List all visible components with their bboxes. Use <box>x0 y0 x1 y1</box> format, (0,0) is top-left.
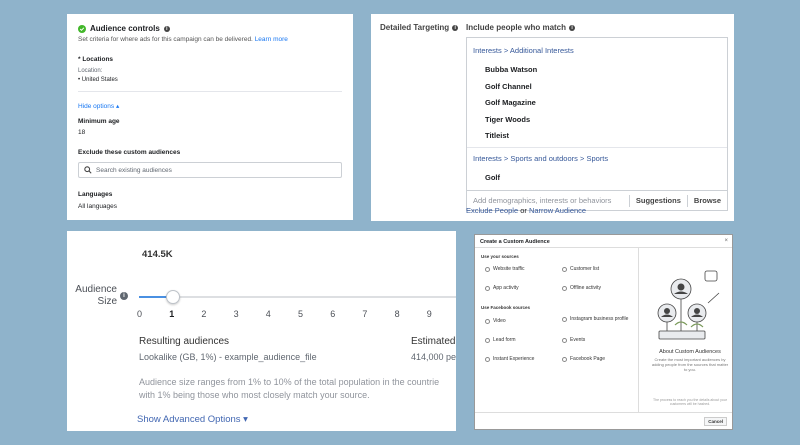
audience-controls-header: Audience controls i <box>78 24 342 33</box>
info-icon[interactable]: i <box>452 24 459 31</box>
about-custom-audiences-description: Create the most important audiences by a… <box>651 357 729 372</box>
facebook-sources-heading: Use Facebook sources <box>481 305 531 310</box>
audience-size-label: Audience Size <box>75 284 117 307</box>
option-events[interactable]: Events <box>562 337 585 343</box>
slider-tick-label[interactable]: 5 <box>298 309 303 319</box>
slider-tick-label[interactable]: 3 <box>234 309 239 319</box>
option-instagram[interactable]: Instagram business profile <box>562 316 630 322</box>
divider <box>638 247 639 412</box>
exclude-people-link[interactable]: Exclude People <box>466 206 518 215</box>
expand-icon <box>485 356 490 362</box>
flag-icon <box>562 356 567 362</box>
or-text: or <box>518 206 529 215</box>
slider-tick-label[interactable]: 7 <box>362 309 367 319</box>
option-customer-list[interactable]: Customer list <box>562 266 599 272</box>
slider-tick-label[interactable]: 9 <box>427 309 432 319</box>
audience-size-panel: Audience Size i 414.5K 0 1 2 3 4 5 6 7 8 9 Result… <box>67 231 456 431</box>
slider-handle[interactable] <box>166 290 180 304</box>
audience-controls-panel: Audience controls i Set criteria for whe… <box>67 14 353 220</box>
slider-tick-label[interactable]: 8 <box>395 309 400 319</box>
slider-track[interactable] <box>139 296 456 298</box>
slider-tick-label[interactable]: 6 <box>330 309 335 319</box>
option-facebook-page[interactable]: Facebook Page <box>562 356 605 362</box>
exclude-audiences-label: Exclude these custom audiences <box>78 149 181 156</box>
interest-item[interactable]: Titleist <box>467 127 727 144</box>
check-circle-icon <box>78 24 86 33</box>
targeting-box: Interests > Additional Interests Bubba W… <box>466 37 728 211</box>
add-targeting-placeholder: Add demographics, interests or behaviors <box>473 196 612 205</box>
option-instant-experience[interactable]: Instant Experience <box>485 356 534 362</box>
minimum-age-value[interactable]: 18 <box>78 129 342 136</box>
estimated-value: 414,000 pe <box>411 352 456 362</box>
form-icon <box>485 337 490 343</box>
instagram-icon <box>562 316 567 322</box>
custom-audience-dialog: Create a Custom Audience × Use your sour… <box>474 234 733 430</box>
slider-tick-label[interactable]: 4 <box>266 309 271 319</box>
about-custom-audiences-title: About Custom Audiences <box>659 349 721 355</box>
location-sub-label: Location: <box>78 68 103 74</box>
cancel-button[interactable]: Cancel <box>704 417 727 426</box>
suggestions-button[interactable]: Suggestions <box>628 194 687 207</box>
locations-label: * Locations <box>78 56 114 63</box>
dialog-title: Create a Custom Audience <box>480 239 550 245</box>
languages-label: Languages <box>78 191 113 198</box>
show-advanced-options-link[interactable]: Show Advanced Options ▾ <box>137 414 248 425</box>
slider-tick-label[interactable]: 1 <box>169 309 174 319</box>
targeting-footer: Exclude People or Narrow Audience <box>466 206 586 215</box>
option-lead-form[interactable]: Lead form <box>485 337 516 343</box>
slider-tooltip: 414.5K <box>142 249 173 260</box>
breadcrumb: Interests > Sports and outdoors > Sports <box>473 153 609 163</box>
slider-tick-label[interactable]: 2 <box>201 309 206 319</box>
interest-item[interactable]: Golf Channel <box>467 78 727 95</box>
interest-item[interactable]: Tiger Woods <box>467 111 727 128</box>
option-video[interactable]: Video <box>485 318 506 324</box>
option-app-activity[interactable]: App activity <box>485 285 519 291</box>
audience-controls-subtitle: Set criteria for where ads for this camp… <box>78 36 288 43</box>
resulting-audiences-header: Resulting audiences <box>139 336 230 347</box>
interest-item[interactable]: Golf <box>467 169 727 186</box>
breadcrumb: Interests > Additional Interests <box>473 46 574 55</box>
divider <box>475 412 732 413</box>
hash-note: The process to reach you the details abo… <box>653 398 727 406</box>
calendar-icon <box>562 337 567 343</box>
info-icon[interactable]: i <box>163 25 170 32</box>
audience-controls-title: Audience controls <box>90 24 160 33</box>
detailed-targeting-label: Detailed Targeting i <box>380 23 459 32</box>
include-people-label: Include people who match i <box>466 23 576 32</box>
info-icon[interactable]: i <box>569 24 576 31</box>
detailed-targeting-panel: Detailed Targeting i Include people who … <box>371 14 734 221</box>
option-website-traffic[interactable]: Website traffic <box>485 266 525 272</box>
divider <box>475 247 732 248</box>
hide-options-link[interactable]: Hide options ▴ <box>78 102 342 110</box>
location-value: • United States <box>78 77 118 83</box>
browse-button[interactable]: Browse <box>686 194 727 207</box>
store-icon <box>562 285 567 291</box>
interest-item[interactable]: Golf Magazine <box>467 94 727 111</box>
learn-more-link[interactable]: Learn more <box>255 36 288 43</box>
globe-icon <box>485 266 490 272</box>
your-sources-heading: Use your sources <box>481 254 519 259</box>
option-offline-activity[interactable]: Offline activity <box>562 285 601 291</box>
divider <box>78 91 342 92</box>
phone-icon <box>485 285 490 291</box>
info-icon[interactable]: i <box>120 292 128 300</box>
audience-illustration <box>657 270 720 340</box>
people-icon <box>562 266 567 272</box>
close-icon[interactable]: × <box>724 238 728 244</box>
play-icon <box>485 318 490 324</box>
estimated-header: Estimated <box>411 336 456 347</box>
interest-item[interactable]: Bubba Watson <box>467 61 727 78</box>
slider-tick-label[interactable]: 0 <box>137 309 142 319</box>
search-placeholder: Search existing audiences <box>96 166 172 174</box>
resulting-audience-value: Lookalike (GB, 1%) - example_audience_fi… <box>139 352 317 362</box>
narrow-audience-link[interactable]: Narrow Audience <box>529 206 586 215</box>
search-audiences-input[interactable]: Search existing audiences <box>78 162 342 178</box>
minimum-age-label: Minimum age <box>78 118 120 125</box>
audience-size-description: Audience size ranges from 1% to 10% of t… <box>139 377 440 400</box>
languages-value[interactable]: All languages <box>78 203 342 210</box>
search-icon <box>84 166 92 174</box>
